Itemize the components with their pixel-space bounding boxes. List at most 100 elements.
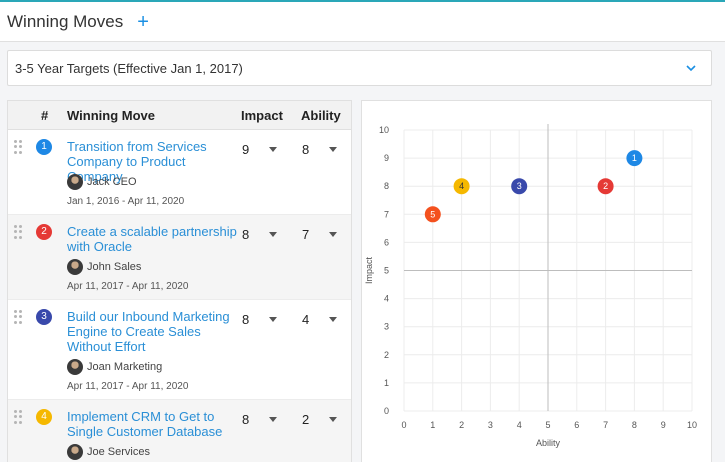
target-period-value: 3-5 Year Targets (Effective Jan 1, 2017) xyxy=(15,60,243,76)
move-owner: Joe Services xyxy=(67,444,150,460)
data-point-label: 1 xyxy=(632,153,637,163)
winning-moves-table: # Winning Move Impact Ability 1 Transiti… xyxy=(7,100,352,462)
move-title-link[interactable]: Implement CRM to Get to Single Customer … xyxy=(67,409,237,439)
page-title: Winning Moves xyxy=(7,11,124,31)
x-tick-label: 9 xyxy=(661,420,666,430)
table-header: # Winning Move Impact Ability xyxy=(8,101,351,130)
impact-select[interactable]: 8 xyxy=(242,412,278,427)
move-number-badge: 3 xyxy=(36,309,52,325)
add-move-button[interactable]: + xyxy=(137,12,149,32)
ability-value: 2 xyxy=(302,412,310,427)
y-tick-label: 3 xyxy=(384,322,389,332)
owner-name: Joan Marketing xyxy=(87,361,163,373)
header-impact: Impact xyxy=(241,108,283,123)
drag-handle-icon[interactable] xyxy=(14,140,22,154)
quadrant-lines xyxy=(404,124,692,411)
header-num: # xyxy=(41,108,49,123)
data-point-label: 2 xyxy=(603,181,608,191)
x-axis-label: Ability xyxy=(536,438,561,448)
caret-down-icon xyxy=(329,147,338,152)
move-dates: Jan 1, 2016 - Apr 11, 2020 xyxy=(67,196,185,207)
y-tick-label: 8 xyxy=(384,181,389,191)
move-dates: Apr 11, 2017 - Apr 11, 2020 xyxy=(67,281,189,292)
y-tick-label: 6 xyxy=(384,237,389,247)
data-point-label: 4 xyxy=(459,181,464,191)
x-tick-label: 5 xyxy=(545,420,550,430)
x-tick-label: 7 xyxy=(603,420,608,430)
ability-select[interactable]: 8 xyxy=(302,142,338,157)
drag-handle-icon[interactable] xyxy=(14,410,22,424)
drag-handle-icon[interactable] xyxy=(14,310,22,324)
caret-down-icon xyxy=(269,417,278,422)
ability-value: 4 xyxy=(302,312,310,327)
impact-select[interactable]: 8 xyxy=(242,312,278,327)
ability-value: 7 xyxy=(302,227,310,242)
ability-select[interactable]: 7 xyxy=(302,227,338,242)
scatter-plot: 0 1 2 3 4 5 6 7 8 9 10 0 1 2 3 4 5 6 7 8 9 10 Ability Impact… xyxy=(364,124,697,448)
y-tick-label: 1 xyxy=(384,378,389,388)
y-tick-label: 0 xyxy=(384,406,389,416)
move-owner: Jack CEO xyxy=(67,174,137,190)
impact-value: 8 xyxy=(242,312,250,327)
ability-value: 8 xyxy=(302,142,310,157)
x-tick-label: 3 xyxy=(488,420,493,430)
move-title-link[interactable]: Build our Inbound Marketing Engine to Cr… xyxy=(67,309,237,354)
caret-down-icon xyxy=(329,232,338,237)
avatar xyxy=(67,174,83,190)
x-tick-label: 4 xyxy=(517,420,522,430)
x-tick-label: 8 xyxy=(632,420,637,430)
table-row: 4 Implement CRM to Get to Single Custome… xyxy=(8,400,351,462)
y-tick-label: 7 xyxy=(384,209,389,219)
impact-value: 8 xyxy=(242,412,250,427)
impact-ability-chart: 0 1 2 3 4 5 6 7 8 9 10 0 1 2 3 4 5 6 7 8 9 10 Ability Impact… xyxy=(361,100,712,462)
table-row: 2 Create a scalable partnership with Ora… xyxy=(8,215,351,300)
impact-select[interactable]: 8 xyxy=(242,227,278,242)
y-tick-label: 4 xyxy=(384,294,389,304)
y-tick-label: 2 xyxy=(384,350,389,360)
y-tick-label: 5 xyxy=(384,266,389,276)
avatar xyxy=(67,359,83,375)
y-tick-label: 9 xyxy=(384,153,389,163)
caret-down-icon xyxy=(329,317,338,322)
avatar xyxy=(67,259,83,275)
x-tick-label: 6 xyxy=(574,420,579,430)
caret-down-icon xyxy=(269,232,278,237)
move-number-badge: 2 xyxy=(36,224,52,240)
y-tick-label: 10 xyxy=(379,125,389,135)
avatar xyxy=(67,444,83,460)
impact-value: 8 xyxy=(242,227,250,242)
header-winning-move: Winning Move xyxy=(67,108,155,123)
table-row: 3 Build our Inbound Marketing Engine to … xyxy=(8,300,351,400)
caret-down-icon xyxy=(269,147,278,152)
data-point-label: 5 xyxy=(430,209,435,219)
move-owner: Joan Marketing xyxy=(67,359,162,375)
impact-select[interactable]: 9 xyxy=(242,142,278,157)
x-axis-ticks: 0 1 2 3 4 5 6 7 8 9 10 xyxy=(401,420,697,430)
x-tick-label: 2 xyxy=(459,420,464,430)
owner-name: John Sales xyxy=(87,261,142,273)
y-axis-label: Impact xyxy=(364,256,374,284)
owner-name: Jack CEO xyxy=(87,176,137,188)
header-ability: Ability xyxy=(301,108,341,123)
move-title-link[interactable]: Create a scalable partnership with Oracl… xyxy=(67,224,237,254)
owner-name: Joe Services xyxy=(87,446,150,458)
x-tick-label: 1 xyxy=(430,420,435,430)
target-period-select[interactable]: 3-5 Year Targets (Effective Jan 1, 2017) xyxy=(7,50,712,86)
drag-handle-icon[interactable] xyxy=(14,225,22,239)
x-tick-label: 0 xyxy=(401,420,406,430)
caret-down-icon xyxy=(269,317,278,322)
ability-select[interactable]: 4 xyxy=(302,312,338,327)
impact-value: 9 xyxy=(242,142,250,157)
move-dates: Apr 11, 2017 - Apr 11, 2020 xyxy=(67,381,189,392)
chevron-down-icon xyxy=(686,65,696,72)
caret-down-icon xyxy=(329,417,338,422)
data-point-label: 3 xyxy=(517,181,522,191)
move-number-badge: 4 xyxy=(36,409,52,425)
app-header: Winning Moves + xyxy=(0,2,725,42)
ability-select[interactable]: 2 xyxy=(302,412,338,427)
move-number-badge: 1 xyxy=(36,139,52,155)
table-row: 1 Transition from Services Company to Pr… xyxy=(8,130,351,215)
y-axis-ticks: 0 1 2 3 4 5 6 7 8 9 10 xyxy=(379,125,389,416)
move-owner: John Sales xyxy=(67,259,141,275)
x-tick-label: 10 xyxy=(687,420,697,430)
